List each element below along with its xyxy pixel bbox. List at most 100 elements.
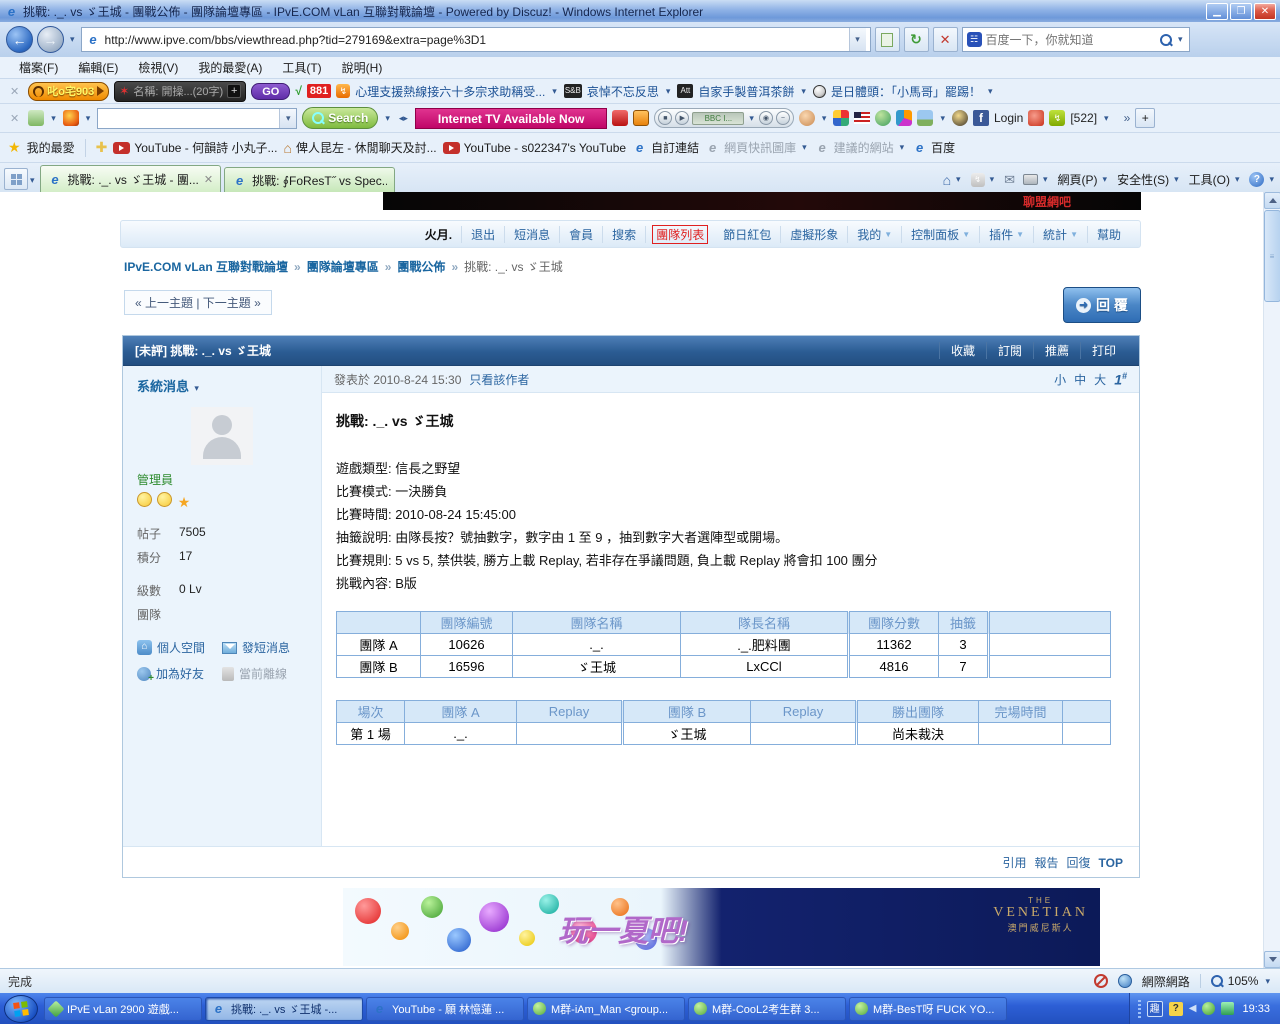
tab-current[interactable]: e 挑戰: ._. vs ゞ王城 - 團... ✕ <box>39 165 222 192</box>
breadcrumb-forum[interactable]: 團隊論壇專區 <box>307 258 379 275</box>
add-widget-dropdown[interactable]: ▾ <box>49 113 58 124</box>
action-recommend[interactable]: 推薦 <box>1032 342 1080 359</box>
name-input-widget[interactable]: ✶ 名稱: 開操...(20字) + <box>114 80 247 102</box>
print-button[interactable]: ▾ <box>1023 174 1050 185</box>
player-stop-icon[interactable]: ■ <box>658 111 673 125</box>
font-size-medium[interactable]: 中 <box>1074 371 1086 388</box>
tv-orange-icon[interactable] <box>633 110 650 126</box>
favorites-label[interactable]: 我的最愛 <box>27 139 75 156</box>
start-button[interactable] <box>4 994 38 1023</box>
pet-icon[interactable] <box>1028 110 1045 126</box>
scroll-up-button[interactable] <box>1264 192 1280 209</box>
nav-red-packet[interactable]: 節日紅包 <box>714 225 782 243</box>
tools-menu-button[interactable]: 工具(O) ▾ <box>1189 171 1242 188</box>
brand-flame-icon[interactable] <box>62 110 79 126</box>
player-play-icon[interactable]: ▶ <box>675 111 690 125</box>
prev-next-topic-button[interactable]: « 上一主題 | 下一主題 » <box>124 290 272 315</box>
tab-background[interactable]: e 挑戰: ∮FoResT˝ vs Spec.... <box>224 167 396 192</box>
report-link[interactable]: 報告 <box>1035 854 1059 871</box>
favorite-item-5[interactable]: e 網頁快訊圖庫 ▾ <box>705 139 809 156</box>
radio-player-widget[interactable]: ■ ▶ BBC I... ▾ ◉ − <box>654 108 794 128</box>
refresh-button[interactable]: ↻ <box>903 27 929 52</box>
home-button[interactable]: ⌂ ▾ <box>943 172 963 188</box>
scroll-down-button[interactable] <box>1264 951 1280 968</box>
taskbar-item-youtube[interactable]: e YouTube - 願 林憶蓮 ... <box>366 996 524 1021</box>
nav-control-panel[interactable]: 控制面板 ▼ <box>902 225 981 243</box>
internet-tv-banner[interactable]: Internet TV Available Now <box>414 107 608 129</box>
favorite-dropdown[interactable]: ▾ <box>800 142 809 153</box>
taskbar-item-msn-3[interactable]: M群-BesT呀 FUCK YO... <box>849 996 1007 1021</box>
palette-icon[interactable] <box>896 110 913 126</box>
top-link[interactable]: TOP <box>1099 856 1123 870</box>
favorites-star-icon[interactable]: ★ <box>8 139 21 156</box>
go-button[interactable]: GO <box>251 82 291 100</box>
rss-counter-dropdown[interactable]: ▾ <box>1102 113 1111 124</box>
nav-logout[interactable]: 退出 <box>462 225 506 243</box>
menu-view[interactable]: 檢視(V) <box>129 57 187 78</box>
search-box[interactable]: ☵ ▾ <box>961 27 1190 52</box>
toolbar-search-combo[interactable]: ▾ <box>97 107 298 129</box>
grooveshark-icon[interactable] <box>951 110 968 126</box>
toolbar-add-button[interactable]: + <box>1135 108 1156 128</box>
stop-button[interactable]: ✕ <box>932 27 958 52</box>
headline-link-1[interactable]: 心理支援熱線接六十多宗求助稱受... <box>355 83 545 100</box>
forward-button[interactable]: → <box>37 26 64 53</box>
brand-dropdown[interactable]: ▾ <box>84 113 93 124</box>
home-dropdown[interactable]: ▾ <box>954 174 963 185</box>
taskbar-item-msn-2[interactable]: M群-CooL2考生群 3... <box>688 996 846 1021</box>
pictures-dropdown[interactable]: ▾ <box>938 113 947 124</box>
font-size-small[interactable]: 小 <box>1054 371 1066 388</box>
font-size-large[interactable]: 大 <box>1094 371 1106 388</box>
headline-dropdown-2[interactable]: ▾ <box>664 86 673 97</box>
vertical-scrollbar[interactable]: ≡ <box>1263 192 1280 968</box>
reply-link[interactable]: 回復 <box>1067 854 1091 871</box>
toolbar-search-button[interactable]: Search <box>302 107 379 129</box>
safety-menu-button[interactable]: 安全性(S) ▾ <box>1117 171 1181 188</box>
compatibility-view-button[interactable] <box>874 27 900 52</box>
favorite-item-2[interactable]: ⌂ 俾人昆左 - 休閒聊天及討... <box>283 139 436 156</box>
profile-link[interactable]: ⌂ 個人空間 <box>137 639 222 656</box>
tools-menu-dropdown[interactable]: ▾ <box>1233 174 1242 185</box>
network-tray-icon[interactable] <box>1221 1002 1235 1015</box>
floor-number[interactable]: 1# <box>1114 371 1127 388</box>
radio-widget[interactable]: 叱o宅903 <box>28 81 110 101</box>
tab-close-icon[interactable]: ✕ <box>204 173 213 186</box>
help-tray-icon[interactable]: ? <box>1168 1001 1183 1016</box>
nav-stats[interactable]: 統計 ▼ <box>1034 225 1088 243</box>
back-button[interactable]: ← <box>6 26 33 53</box>
breadcrumb-root[interactable]: IPvE.COM vLan 互聯對戰論壇 <box>124 258 288 275</box>
favorite-item-6[interactable]: e 建議的網站 ▾ <box>815 139 907 156</box>
favorite-item-1[interactable]: YouTube - 何韻詩 小丸子... <box>113 139 277 156</box>
bottom-ad-banner[interactable]: 玩一夏吧! THE VENETIAN 澳門威尼斯人 <box>343 888 1100 966</box>
favorite-item-3[interactable]: YouTube - s022347's YouTube <box>442 141 626 155</box>
add-friend-link[interactable]: 加為好友 <box>137 665 222 684</box>
only-author-link[interactable]: 只看該作者 <box>469 371 529 388</box>
close-toolbar2-icon[interactable]: ✕ <box>6 112 23 125</box>
headline-dropdown-4[interactable]: ▾ <box>986 86 995 97</box>
nav-messages[interactable]: 短消息 <box>505 225 561 243</box>
player-dropdown[interactable]: ▾ <box>747 113 756 124</box>
feeds-button[interactable]: ↯ ▾ <box>970 172 997 187</box>
tray-collapse-icon[interactable]: ◀ <box>1189 1003 1197 1014</box>
headline-link-4[interactable]: 是日體頭：「小馬哥」罷踢！ <box>831 83 981 100</box>
facebook-icon[interactable]: f <box>972 110 989 126</box>
zoom-control[interactable]: 105% ▾ <box>1199 974 1272 988</box>
pictures-icon[interactable] <box>917 110 934 126</box>
headline-dropdown-1[interactable]: ▾ <box>550 86 559 97</box>
address-field[interactable]: e ▾ <box>80 27 871 52</box>
menu-file[interactable]: 檔案(F) <box>10 57 67 78</box>
zoom-dropdown-icon[interactable]: ▾ <box>1263 976 1272 987</box>
add-favorite-icon[interactable]: ✚ <box>96 139 108 156</box>
nav-plugins[interactable]: 插件 ▼ <box>980 225 1035 243</box>
taskbar-item-current[interactable]: e 挑戰: ._. vs ゞ王城 -... <box>205 996 363 1021</box>
favorite-dropdown[interactable]: ▾ <box>898 142 907 153</box>
close-button[interactable]: ✕ <box>1254 2 1276 20</box>
minimize-button[interactable]: ▁ <box>1206 2 1228 20</box>
avatars-dropdown[interactable]: ▾ <box>820 113 829 124</box>
breadcrumb-subforum[interactable]: 團戰公佈 <box>397 258 445 275</box>
toolbar-overflow-icon[interactable]: » <box>1124 111 1131 125</box>
nav-username[interactable]: 火月. <box>416 225 463 243</box>
nav-search[interactable]: 搜索 <box>603 225 647 243</box>
help-dropdown[interactable]: ▾ <box>1267 174 1276 185</box>
action-subscribe[interactable]: 訂閱 <box>985 342 1033 359</box>
